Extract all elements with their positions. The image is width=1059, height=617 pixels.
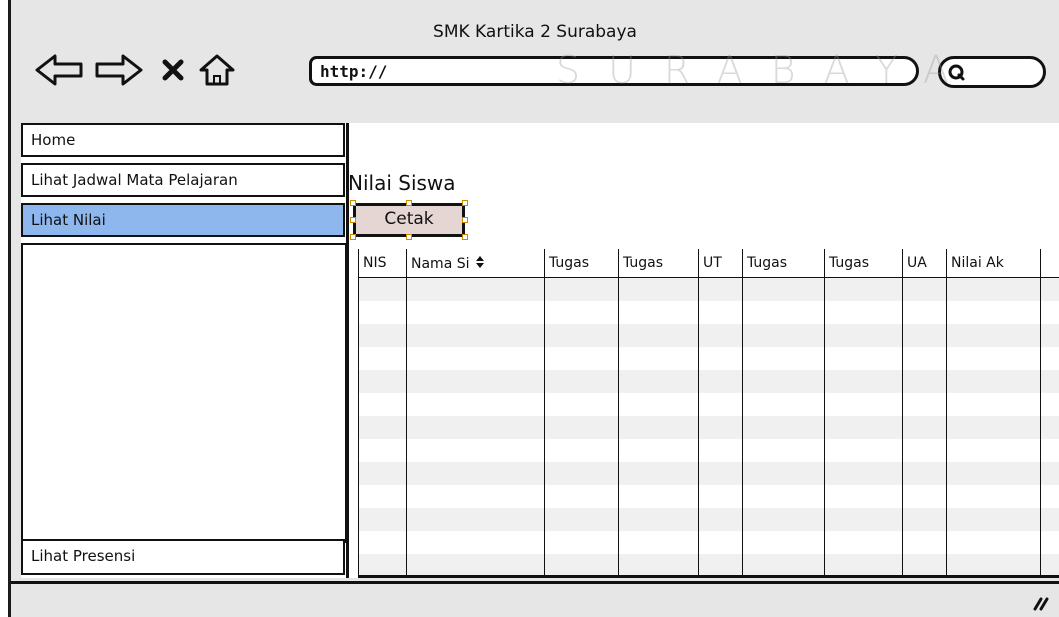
- window-title: SMK Kartika 2 Surabaya: [433, 22, 637, 42]
- table-row[interactable]: [359, 485, 1059, 508]
- column-divider: [406, 278, 407, 578]
- selection-handle[interactable]: [462, 217, 468, 223]
- selection-handle[interactable]: [350, 217, 356, 223]
- sidebar-empty-area: [21, 243, 347, 543]
- browser-window: SIKEUI SMK Kartika 2 Surabaya: [8, 0, 1059, 617]
- sidebar-item-lihat-nilai[interactable]: Lihat Nilai: [21, 203, 345, 237]
- sidebar-item-label: Home: [31, 131, 76, 149]
- table-row[interactable]: [359, 370, 1059, 393]
- column-header-nilai-akhir[interactable]: Nilai Ak: [947, 249, 1041, 277]
- table-row[interactable]: [359, 508, 1059, 531]
- selection-handle[interactable]: [462, 234, 468, 240]
- status-bar: [11, 581, 1059, 617]
- content-area: Home Lihat Jadwal Mata Pelajaran Lihat N…: [21, 123, 1059, 578]
- selection-handle[interactable]: [406, 234, 412, 240]
- sidebar-item-lihat-presensi[interactable]: Lihat Presensi: [21, 539, 345, 575]
- column-header-tugas-3[interactable]: Tugas: [743, 249, 825, 277]
- column-divider: [618, 278, 619, 578]
- table-row[interactable]: [359, 324, 1059, 347]
- title-bar: SMK Kartika 2 Surabaya SURABAYA: [11, 0, 1059, 104]
- column-header-tugas-1[interactable]: Tugas: [545, 249, 619, 277]
- forward-arrow-icon[interactable]: [93, 52, 145, 88]
- search-icon: [948, 64, 965, 81]
- grid-header: NIS Nama Si Tugas Tugas UT Tugas Tugas U…: [359, 249, 1059, 278]
- url-input[interactable]: [312, 59, 916, 84]
- print-button[interactable]: Cetak: [353, 203, 465, 237]
- table-row[interactable]: [359, 554, 1059, 577]
- column-divider: [824, 278, 825, 578]
- selection-handle[interactable]: [462, 200, 468, 206]
- back-arrow-icon[interactable]: [33, 52, 85, 88]
- column-divider: [1040, 278, 1041, 578]
- sidebar-item-label: Lihat Jadwal Mata Pelajaran: [31, 171, 238, 189]
- table-row[interactable]: [359, 531, 1059, 554]
- grid-body: [359, 278, 1059, 578]
- selection-handle[interactable]: [406, 200, 412, 206]
- table-row[interactable]: [359, 393, 1059, 416]
- column-header-nama[interactable]: Nama Si: [407, 249, 545, 277]
- column-header-uts[interactable]: UT: [699, 249, 743, 277]
- column-divider: [902, 278, 903, 578]
- resize-grip-icon[interactable]: [1031, 597, 1049, 611]
- column-divider: [544, 278, 545, 578]
- selection-handle[interactable]: [350, 234, 356, 240]
- data-grid[interactable]: NIS Nama Si Tugas Tugas UT Tugas Tugas U…: [358, 249, 1059, 578]
- close-icon[interactable]: [161, 58, 185, 82]
- selection-handle[interactable]: [350, 200, 356, 206]
- table-row[interactable]: [359, 301, 1059, 324]
- column-header-tugas-2[interactable]: Tugas: [619, 249, 699, 277]
- column-divider: [742, 278, 743, 578]
- sidebar-item-lihat-jadwal[interactable]: Lihat Jadwal Mata Pelajaran: [21, 163, 345, 197]
- table-row[interactable]: [359, 462, 1059, 485]
- grid-bottom-border: [359, 575, 1059, 578]
- table-row[interactable]: [359, 439, 1059, 462]
- column-divider: [946, 278, 947, 578]
- column-header-tugas-4[interactable]: Tugas: [825, 249, 903, 277]
- sidebar-item-label: Lihat Presensi: [31, 547, 136, 565]
- sidebar-item-label: Lihat Nilai: [31, 211, 106, 229]
- table-row[interactable]: [359, 347, 1059, 370]
- column-header-uas[interactable]: UA: [903, 249, 947, 277]
- search-box[interactable]: [938, 56, 1046, 88]
- home-icon[interactable]: [197, 52, 237, 88]
- table-row[interactable]: [359, 416, 1059, 439]
- address-bar[interactable]: [309, 56, 919, 86]
- column-header-extra[interactable]: [1041, 249, 1059, 277]
- column-divider: [698, 278, 699, 578]
- column-header-nis[interactable]: NIS: [359, 249, 407, 277]
- table-row[interactable]: [359, 278, 1059, 301]
- sort-updown-icon[interactable]: [474, 255, 486, 269]
- sidebar-item-home[interactable]: Home: [21, 123, 345, 157]
- page-title: Nilai Siswa: [348, 171, 456, 195]
